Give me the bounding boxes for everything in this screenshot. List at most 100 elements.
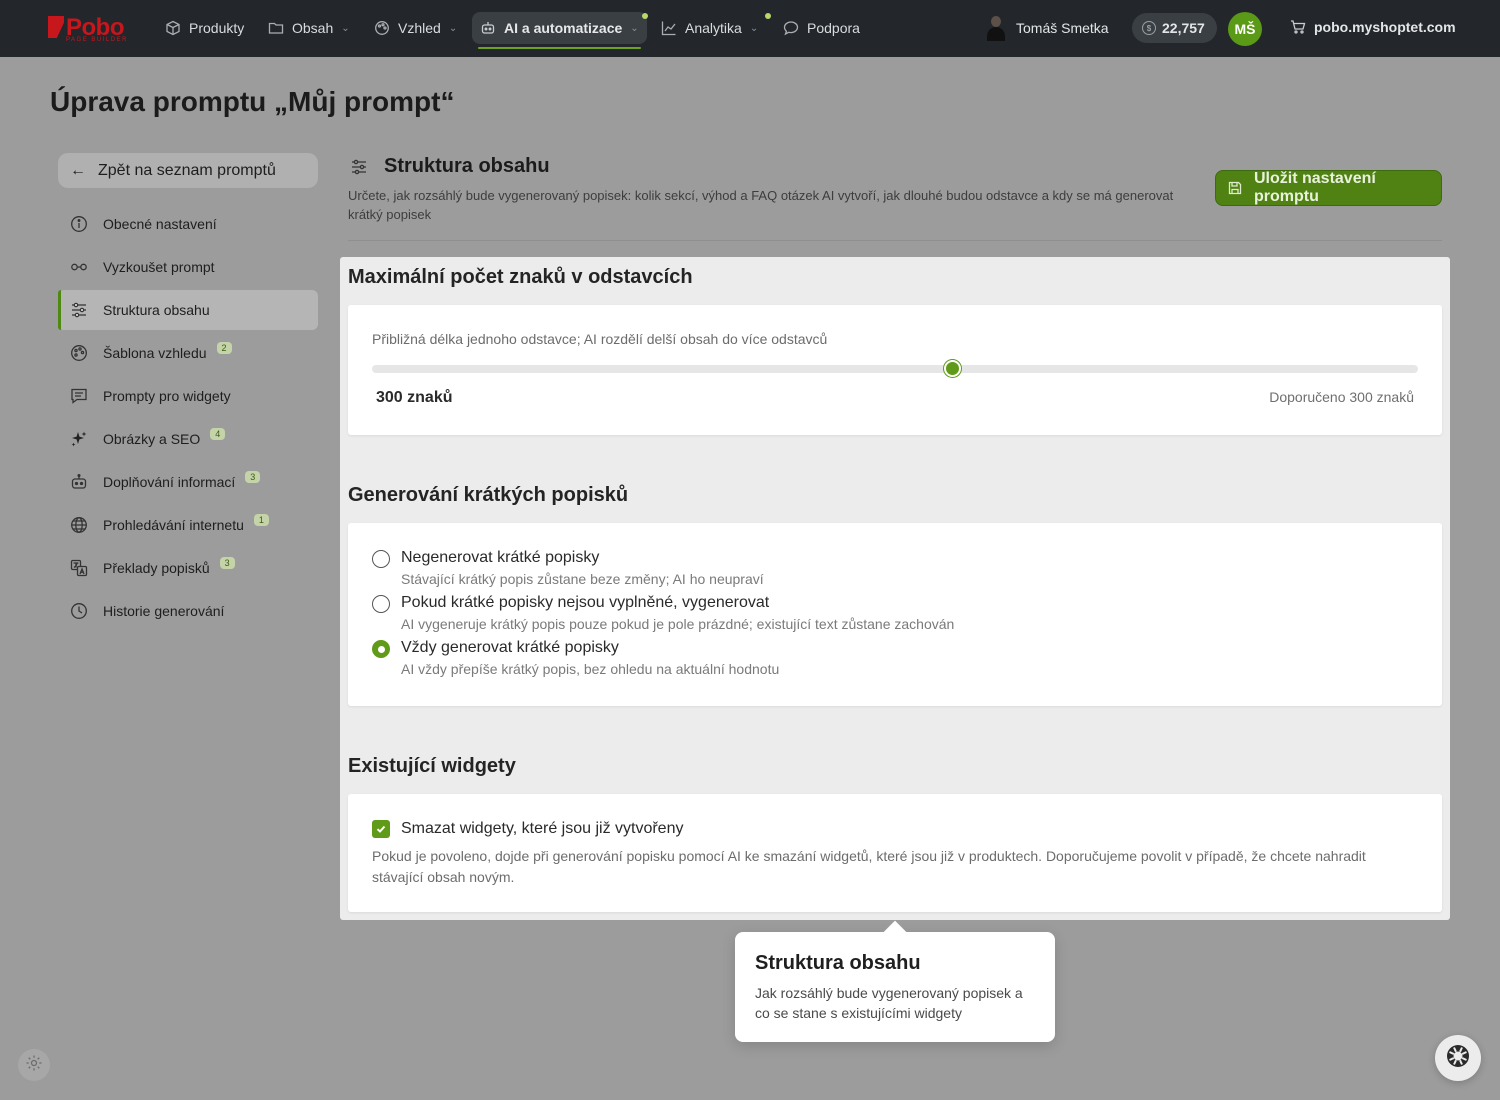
sidebar-item-struktura-obsahu[interactable]: Struktura obsahu [58,290,318,330]
sidebar-item-doplnovani-informaci[interactable]: Doplňování informací 3 [58,462,318,502]
nav-label: AI a automatizace [504,20,623,36]
radio-label: Negenerovat krátké popisky [401,549,600,566]
radio-description: AI vždy přepíše krátký popis, bez ohledu… [401,661,780,677]
sidebar-item-label: Prohledávání internetu [103,517,244,533]
chart-icon [661,20,677,36]
sliders-icon [350,158,368,176]
radio-description: Stávající krátký popis zůstane beze změn… [401,571,764,587]
sidebar-item-label: Historie generování [103,603,225,619]
nav-podpora[interactable]: Podpora [775,12,868,44]
shop-domain: pobo.myshoptet.com [1314,19,1456,35]
help-button[interactable] [1435,1035,1481,1081]
count-badge: 3 [219,557,235,569]
nav-produkty[interactable]: Produkty [157,12,252,44]
chevron-down-icon: ⌄ [448,22,458,34]
nav-label: Podpora [807,20,860,36]
sliders-icon [70,301,88,319]
lifebuoy-icon [1445,1043,1471,1074]
arrow-left-icon: ← [70,161,86,179]
chevron-down-icon: ⌄ [749,22,759,34]
back-to-prompts-button[interactable]: ← Zpět na seznam promptů [58,153,318,188]
nav-ai-automatizace[interactable]: AI a automatizace ⌄ [472,12,647,49]
radio-option-generate-if-empty[interactable]: Pokud krátké popisky nejsou vyplněné, vy… [372,594,954,632]
widgets-heading: Existující widgety [348,755,516,777]
count-badge: 1 [253,514,269,526]
message-icon [70,387,88,405]
sidebar-item-label: Překlady popisků [103,560,210,576]
palette-icon [374,20,390,36]
nav-analytika[interactable]: Analytika ⌄ [653,12,766,44]
section-header: Struktura obsahu [350,155,550,178]
widgets-card: Smazat widgety, které jsou již vytvořeny… [348,794,1442,912]
max-chars-recommended: Doporučeno 300 znaků [1269,389,1414,405]
radio-circle[interactable] [372,550,390,568]
content-structure-panel: Maximální počet znaků v odstavcích Přibl… [340,257,1450,920]
max-chars-heading: Maximální počet znaků v odstavcích [348,266,693,288]
max-chars-card: Přibližná délka jednoho odstavce; AI roz… [348,305,1442,435]
globe-icon [70,516,88,534]
sidebar-item-label: Doplňování informací [103,474,236,490]
radio-option-no-generate[interactable]: Negenerovat krátké popisky Stávající krá… [372,549,764,587]
sidebar-item-obrazky-seo[interactable]: Obrázky a SEO 4 [58,419,318,459]
credits-value: 22,757 [1162,20,1205,36]
radio-option-always-generate[interactable]: Vždy generovat krátké popisky AI vždy př… [372,639,779,677]
sidebar-item-prohledavani-internetu[interactable]: Prohledávání internetu 1 [58,505,318,545]
sidebar-item-label: Obecné nastavení [103,216,217,232]
user-name: Tomáš Smetka [1016,20,1109,36]
sidebar-item-label: Šablona vzhledu [103,345,207,361]
info-icon [70,215,88,233]
short-desc-card: Negenerovat krátké popisky Stávající krá… [348,523,1442,706]
sidebar-item-obecne-nastaveni[interactable]: Obecné nastavení [58,204,318,244]
credits-badge[interactable]: $ 22,757 [1132,13,1217,43]
sparkles-icon [70,430,88,448]
count-badge: 2 [216,342,232,354]
checkbox-checked[interactable] [372,820,390,838]
radio-label: Vždy generovat krátké popisky [401,639,619,656]
save-icon [1228,181,1242,195]
pobo-logo[interactable]: Pobo PAGE BUILDER [48,14,132,43]
translate-icon [70,559,88,577]
max-chars-value: 300 znaků [376,389,453,406]
glasses-icon [70,258,88,276]
delete-widgets-checkbox-row[interactable]: Smazat widgety, které jsou již vytvořeny [372,820,683,838]
tooltip-title: Struktura obsahu [755,952,921,974]
settings-button[interactable] [18,1049,50,1081]
sidebar-item-vyzkouset-prompt[interactable]: Vyzkoušet prompt [58,247,318,287]
user-photo [984,14,1008,42]
sidebar-item-sablona-vzhledu[interactable]: Šablona vzhledu 2 [58,333,318,373]
nav-obsah[interactable]: Obsah ⌄ [260,12,358,44]
nav-label: Vzhled [398,20,441,36]
max-chars-hint: Přibližná délka jednoho odstavce; AI roz… [372,331,828,347]
save-prompt-settings-button[interactable]: Uložit nastavení promptu [1215,170,1442,206]
nav-label: Analytika [685,20,742,36]
onboarding-tooltip: Struktura obsahu Jak rozsáhlý bude vygen… [735,932,1055,1042]
top-navigation: Pobo PAGE BUILDER Produkty Obsah ⌄ Vzhle… [0,0,1500,57]
robot-icon [70,473,88,491]
sidebar-item-preklady-popisku[interactable]: Překlady popisků 3 [58,548,318,588]
notification-dot [765,13,771,19]
chevron-down-icon: ⌄ [341,22,350,34]
radio-label: Pokud krátké popisky nejsou vyplněné, vy… [401,594,770,611]
sidebar-item-label: Struktura obsahu [103,302,210,318]
radio-description: AI vygeneruje krátký popis pouze pokud j… [401,616,955,632]
radio-circle-selected[interactable] [372,640,390,658]
max-chars-slider-track[interactable] [372,365,1418,373]
avatar[interactable]: MŠ [1228,12,1262,46]
max-chars-slider-thumb[interactable] [944,360,962,377]
clock-icon [70,602,88,620]
chevron-down-icon: ⌄ [630,22,639,34]
sidebar-item-historie-generovani[interactable]: Historie generování [58,591,318,631]
user-menu[interactable]: Tomáš Smetka [984,14,1109,42]
nav-vzhled[interactable]: Vzhled ⌄ [366,12,465,44]
folder-icon [268,20,284,36]
short-desc-heading: Generování krátkých popisků [348,484,629,506]
robot-icon [480,20,496,36]
sidebar-menu: Obecné nastavení Vyzkoušet prompt Strukt… [58,204,318,634]
radio-circle[interactable] [372,595,390,613]
page-title: Úprava promptu „Můj prompt“ [50,86,455,117]
nav-label: Obsah [292,20,334,36]
count-badge: 4 [210,428,226,440]
checkbox-description: Pokud je povoleno, dojde při generování … [372,848,1366,885]
shop-link[interactable]: pobo.myshoptet.com [1290,19,1456,35]
sidebar-item-prompty-pro-widgety[interactable]: Prompty pro widgety [58,376,318,416]
